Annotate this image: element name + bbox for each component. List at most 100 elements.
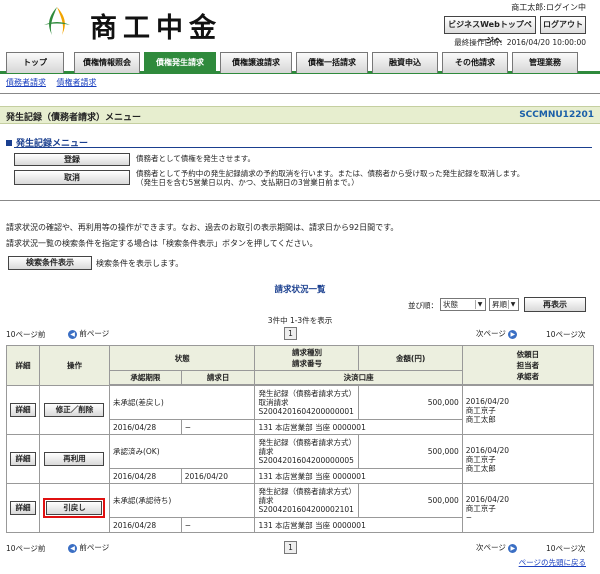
table-row: 詳細 修正／削除 未承認(差戻し) 発生記録（債務者請求方式）取消請求 S2004… (6, 385, 595, 435)
date-cell: 2016/04/20 商工京子 − (461, 483, 595, 533)
chevron-down-icon: ▼ (508, 300, 517, 309)
sort-label: 並び順： (408, 301, 438, 310)
amount-cell: 500,000 (358, 483, 463, 518)
sort-field-select[interactable]: 状態 ▼ (440, 298, 486, 311)
col-header-approval-deadline: 承認期限 (108, 370, 182, 385)
redisplay-button[interactable]: 再表示 (524, 297, 586, 312)
subnav-debtor[interactable]: 債務者請求 (6, 78, 46, 87)
type-cell: 発生記録（債務者請求方式）取消請求 S2004201604200000001 (254, 385, 360, 420)
staff-value: 商工京子 (465, 503, 496, 513)
screen-code: SCCMNU12201 (519, 110, 594, 120)
request-date-cell: − (180, 517, 256, 533)
tab-management[interactable]: 管理業務 (512, 52, 578, 73)
type-cell: 発生記録（債務者請求方式）請求 S2004201604200002101 (254, 483, 360, 518)
reuse-button[interactable]: 再利用 (44, 452, 105, 466)
prev-10-pages[interactable]: 10ページ前 (6, 329, 45, 340)
prev-page-link[interactable]: ◀ 前ページ (68, 328, 109, 339)
chevron-down-icon: ▼ (475, 300, 484, 309)
withdraw-button[interactable]: 引戻し (43, 498, 106, 518)
sort-order-value: 昇順 (492, 300, 507, 309)
square-bullet-icon (6, 140, 12, 146)
logout-button[interactable]: ログアウト (540, 16, 586, 34)
prev-10-pages[interactable]: 10ページ前 (6, 543, 45, 554)
reqno-value: S2004201604200000001 (258, 407, 354, 416)
search-condition-button[interactable]: 検索条件表示 (8, 256, 92, 270)
tab-bond-batch[interactable]: 債権一括請求 (296, 52, 368, 73)
prev-page-label: 前ページ (79, 543, 110, 552)
date-value: 2016/04/20 (465, 396, 510, 406)
reqno-value: S2004201604200002101 (258, 505, 354, 514)
divider (0, 200, 600, 201)
page-title: 発生記録（債務者請求）メニュー (6, 113, 142, 123)
col-header-amount: 金額(円) (358, 345, 463, 371)
edit-delete-button[interactable]: 修正／削除 (44, 403, 105, 417)
info-text: 請求状況の確認や、再利用等の操作ができます。なお、過去のお取引の表示期間は、請求… (6, 223, 399, 232)
tab-bond-inquiry[interactable]: 債権情報照会 (74, 52, 140, 73)
detail-button[interactable]: 詳細 (10, 403, 36, 417)
approver-value: 商工太郎 (465, 463, 496, 473)
date-label: 依頼日 (516, 349, 540, 359)
approver-label: 承認者 (516, 371, 540, 381)
arrow-left-icon: ◀ (68, 329, 77, 339)
account-cell: 131 本店営業部 当座 0000001 (254, 468, 463, 484)
last-operation-time: 最終操作日時：2016/04/20 10:00:00 (454, 38, 586, 47)
reqno-value: S2004201604200000005 (258, 456, 354, 465)
next-page-label: 次ページ (476, 329, 506, 338)
sort-field-value: 状態 (443, 300, 458, 309)
status-cell: 未承認(差戻し) (108, 385, 256, 420)
amount-cell: 500,000 (358, 434, 463, 469)
col-header-status: 状態 (108, 345, 256, 371)
staff-value: 商工京子 (465, 454, 496, 464)
search-description: 検索条件を表示します。 (96, 259, 184, 268)
back-to-top-link[interactable]: ページの先頭に戻る (519, 557, 586, 568)
page-number[interactable]: 1 (284, 327, 297, 340)
prev-page-link[interactable]: ◀ 前ページ (68, 542, 109, 553)
table-row: 詳細 再利用 承認済み(OK) 発生記録（債務者請求方式）請求 S20042016… (6, 434, 595, 484)
main-tab-bar: トップ 債権情報照会 債権発生請求 債権譲渡請求 債権一括請求 融資申込 その他… (0, 50, 600, 74)
next-page-link[interactable]: 次ページ ▶ (476, 542, 518, 553)
top-page-button[interactable]: ビジネスWebトップページへ (444, 16, 536, 45)
tab-loan[interactable]: 融資申込 (372, 52, 438, 73)
approver-value: 商工太郎 (465, 414, 496, 424)
tab-bond-issue[interactable]: 債権発生請求 (144, 52, 216, 73)
tab-bond-transfer[interactable]: 債権譲渡請求 (220, 52, 292, 73)
col-header-operation: 操作 (39, 345, 110, 386)
deadline-cell: 2016/04/28 (108, 517, 182, 533)
next-10-pages[interactable]: 10ページ次 (546, 329, 585, 340)
date-value: 2016/04/20 (465, 445, 510, 455)
account-cell: 131 本店営業部 当座 0000001 (254, 517, 463, 533)
date-value: 2016/04/20 (465, 494, 510, 504)
type-cell: 発生記録（債務者請求方式）請求 S2004201604200000005 (254, 434, 360, 469)
arrow-right-icon: ▶ (508, 329, 518, 339)
page-number[interactable]: 1 (284, 541, 297, 554)
detail-button[interactable]: 詳細 (10, 501, 36, 515)
arrow-left-icon: ◀ (68, 543, 77, 553)
register-button[interactable]: 登録 (14, 153, 130, 166)
tab-other[interactable]: その他請求 (442, 52, 508, 73)
request-date-cell: 2016/04/20 (180, 468, 256, 484)
logo-text: 商工中金 (90, 13, 222, 44)
detail-button[interactable]: 詳細 (10, 452, 36, 466)
sort-order-select[interactable]: 昇順 ▼ (489, 298, 519, 311)
request-date-cell: − (180, 419, 256, 435)
user-status: 商工太郎:ログイン中 (511, 3, 586, 12)
cancel-description-note: （発生日を含む5営業日以内、かつ、支払期日の3営業日前まで。） (136, 178, 359, 187)
arrow-right-icon: ▶ (508, 543, 518, 553)
staff-value: 商工京子 (465, 405, 496, 415)
prev-page-label: 前ページ (79, 329, 110, 338)
sub-navigation: 債務者請求 債権者請求 (6, 77, 105, 88)
type-value: 発生記録（債務者請求方式）請求 (258, 438, 353, 456)
tab-top[interactable]: トップ (6, 52, 64, 73)
request-status-table: 詳細 操作 状態 請求種別 請求番号 金額(円) 依頼日 担当者 承認者 承認期限 請… (6, 345, 595, 533)
next-page-link[interactable]: 次ページ ▶ (476, 328, 518, 339)
next-10-pages[interactable]: 10ページ次 (546, 543, 585, 554)
type-value: 発生記録（債務者請求方式）請求 (258, 487, 353, 505)
cancel-button[interactable]: 取消 (14, 170, 130, 185)
subnav-creditor[interactable]: 債権者請求 (57, 78, 97, 87)
logo-mark-icon (44, 7, 70, 35)
type-label: 請求種別 (291, 348, 322, 357)
register-description: 債務者として債権を発生させます。 (136, 154, 256, 163)
divider (14, 147, 592, 148)
deadline-cell: 2016/04/28 (108, 468, 182, 484)
date-cell: 2016/04/20 商工京子 商工太郎 (461, 434, 595, 484)
